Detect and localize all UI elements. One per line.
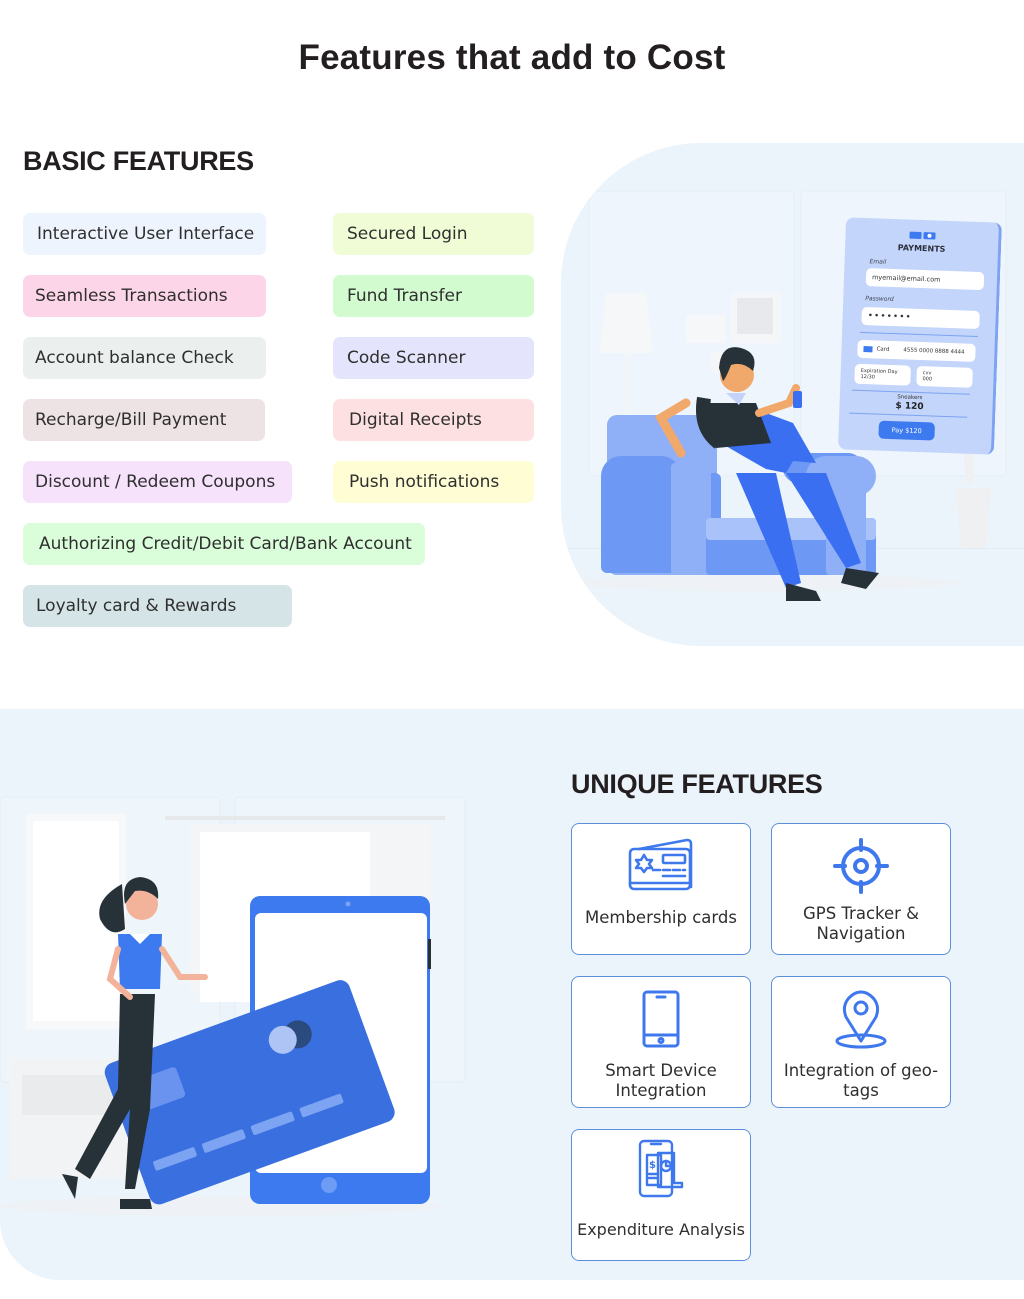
password-field[interactable]: ••••••• [861, 306, 980, 330]
feature-chip-label: Discount / Redeem Coupons [35, 472, 276, 492]
basic-features-heading: BASIC FEATURES [23, 146, 254, 176]
feature-chip-label: Seamless Transactions [35, 286, 228, 306]
email-field[interactable]: myemail@email.com [865, 268, 985, 291]
feature-chip-interactive-ui: Interactive User Interface [23, 213, 266, 255]
feature-chip-label: Secured Login [347, 224, 468, 244]
membership-card-icon [628, 838, 693, 891]
feature-chip-fund-transfer: Fund Transfer [333, 275, 534, 317]
cvv-value: 000 [922, 376, 933, 383]
feature-chip-digital-receipts: Digital Receipts [333, 399, 534, 441]
password-label: Password [865, 295, 894, 304]
expiration-value: 12/30 [860, 373, 876, 381]
gps-target-icon [833, 838, 889, 894]
svg-text:$: $ [649, 1160, 656, 1171]
unique-feature-label: Integration of geo-tags [783, 1061, 939, 1100]
payments-title: PAYMENTS [897, 243, 946, 254]
feature-chip-label: Loyalty card & Rewards [36, 596, 237, 616]
feature-chip-label: Recharge/Bill Payment [35, 410, 227, 430]
page-title: Features that add to Cost [298, 38, 726, 77]
feature-chip-label: Push notifications [349, 472, 500, 492]
smartphone-icon [642, 990, 680, 1048]
card-icon [863, 346, 873, 353]
expense-report-icon: $ [638, 1139, 684, 1198]
unique-features-heading: UNIQUE FEATURES [571, 769, 823, 799]
card-cash-icon [909, 231, 936, 240]
feature-chip-account-balance: Account balance Check [23, 337, 266, 379]
feature-chip-label: Code Scanner [347, 348, 466, 368]
unique-feature-label: GPS Tracker & Navigation [802, 904, 920, 943]
feature-chip-label: Account balance Check [35, 348, 234, 368]
feature-chip-discount-coupons: Discount / Redeem Coupons [23, 461, 292, 503]
feature-chip-loyalty-rewards: Loyalty card & Rewards [23, 585, 292, 627]
email-label: Email [869, 258, 887, 266]
feature-chip-secured-login: Secured Login [333, 213, 534, 255]
unique-feature-gps-tracker: GPS Tracker & Navigation [771, 823, 951, 955]
unique-feature-membership-cards: Membership cards [571, 823, 751, 955]
divider [849, 412, 968, 418]
pay-button[interactable]: Pay $120 [878, 420, 935, 441]
divider [860, 331, 979, 338]
unique-feature-expenditure-analysis: $ Expenditure Analysis [571, 1129, 751, 1261]
card-number: 4555 0000 8888 4444 [903, 347, 965, 356]
card-label: Card [876, 346, 890, 353]
feature-chip-code-scanner: Code Scanner [333, 337, 534, 379]
expiration-field[interactable]: Expiration Day 12/30 [854, 363, 911, 386]
feature-chip-label: Authorizing Credit/Debit Card/Bank Accou… [39, 534, 412, 554]
feature-chip-seamless-transactions: Seamless Transactions [23, 275, 266, 317]
payment-form-mock: PAYMENTS Email myemail@email.com Passwor… [837, 217, 1003, 455]
woman-with-card-illustration [0, 796, 466, 1216]
map-pin-icon [835, 990, 887, 1049]
feature-chip-label: Interactive User Interface [37, 224, 255, 244]
card-field[interactable]: Card 4555 0000 8888 4444 [857, 339, 976, 362]
feature-chip-authorizing-card: Authorizing Credit/Debit Card/Bank Accou… [23, 523, 425, 565]
feature-chip-recharge-bill: Recharge/Bill Payment [23, 399, 265, 441]
feature-chip-push-notifications: Push notifications [333, 461, 534, 503]
unique-feature-label: Membership cards [585, 908, 737, 927]
cvv-field[interactable]: cvv 000 [916, 365, 973, 388]
feature-chip-label: Fund Transfer [347, 286, 462, 306]
unique-feature-smart-device: Smart Device Integration [571, 976, 751, 1108]
feature-chip-label: Digital Receipts [349, 410, 482, 430]
unique-feature-geo-tags: Integration of geo-tags [771, 976, 951, 1108]
unique-feature-label: Expenditure Analysis [577, 1220, 745, 1239]
unique-feature-label: Smart Device Integration [605, 1061, 717, 1100]
